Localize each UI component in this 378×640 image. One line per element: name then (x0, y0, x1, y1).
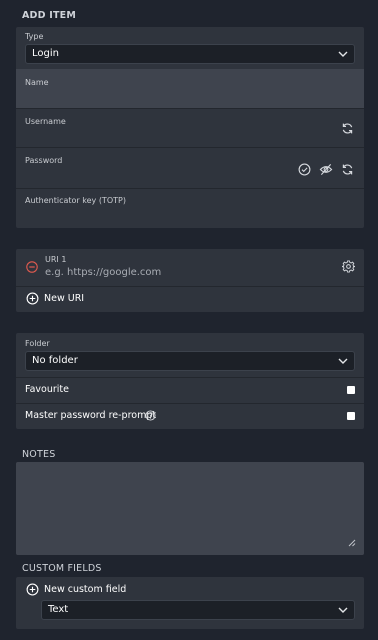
resize-handle-icon[interactable] (348, 539, 356, 547)
reprompt-label: Master password re-prompt (25, 410, 157, 421)
eye-slash-icon[interactable] (319, 163, 333, 176)
remove-circle-icon[interactable] (26, 261, 38, 273)
folder-label: Folder (25, 339, 50, 348)
type-select-value: Login (32, 48, 59, 59)
check-circle-icon[interactable] (298, 163, 311, 176)
favourite-label: Favourite (25, 384, 69, 395)
refresh-icon[interactable] (341, 122, 354, 135)
chevron-down-icon (338, 358, 348, 364)
folder-select[interactable]: No folder (25, 351, 355, 371)
name-label: Name (25, 78, 49, 87)
favourite-checkbox[interactable] (347, 386, 355, 394)
uri-row[interactable]: URI 1 e.g. https://google.com (16, 249, 364, 287)
add-item-heading: ADD ITEM (22, 10, 76, 21)
item-card: Type Login Name Username Password Authen… (16, 27, 364, 228)
chevron-down-icon (338, 51, 348, 57)
reprompt-row[interactable]: Master password re-prompt (16, 403, 364, 429)
folder-card: Folder No folder Favourite Master passwo… (16, 333, 364, 429)
type-label: Type (25, 32, 44, 41)
new-custom-field-button[interactable]: New custom field (44, 584, 126, 595)
totp-label: Authenticator key (TOTP) (25, 196, 126, 205)
folder-select-value: No folder (32, 355, 78, 366)
custom-fields-heading: CUSTOM FIELDS (22, 563, 102, 574)
refresh-icon[interactable] (341, 163, 354, 176)
custom-fields-card: New custom field Text (16, 577, 364, 629)
password-row[interactable]: Password (16, 147, 364, 189)
reprompt-checkbox[interactable] (347, 412, 355, 420)
custom-field-type-select[interactable]: Text (41, 600, 355, 620)
chevron-down-icon (338, 607, 348, 613)
folder-row: Folder No folder (16, 333, 364, 378)
name-row[interactable]: Name (16, 69, 364, 109)
notes-card (16, 462, 364, 555)
gear-icon[interactable] (342, 260, 355, 273)
type-select[interactable]: Login (25, 44, 355, 64)
question-circle-icon[interactable] (145, 410, 156, 421)
notes-heading: NOTES (22, 449, 56, 460)
totp-row[interactable]: Authenticator key (TOTP) (16, 188, 364, 228)
custom-field-type-value: Text (48, 604, 69, 615)
username-label: Username (25, 117, 66, 126)
username-row[interactable]: Username (16, 108, 364, 148)
uri-input[interactable]: e.g. https://google.com (45, 267, 161, 278)
new-uri-button[interactable]: New URI (44, 293, 84, 304)
new-uri-row[interactable]: New URI (16, 286, 364, 312)
add-circle-icon (26, 583, 39, 596)
type-row: Type Login (16, 27, 364, 70)
favourite-row[interactable]: Favourite (16, 377, 364, 404)
uri-label: URI 1 (45, 255, 67, 264)
notes-textarea[interactable] (16, 462, 364, 555)
password-label: Password (25, 156, 63, 165)
add-circle-icon (26, 292, 39, 305)
uri-card: URI 1 e.g. https://google.com New URI (16, 249, 364, 312)
